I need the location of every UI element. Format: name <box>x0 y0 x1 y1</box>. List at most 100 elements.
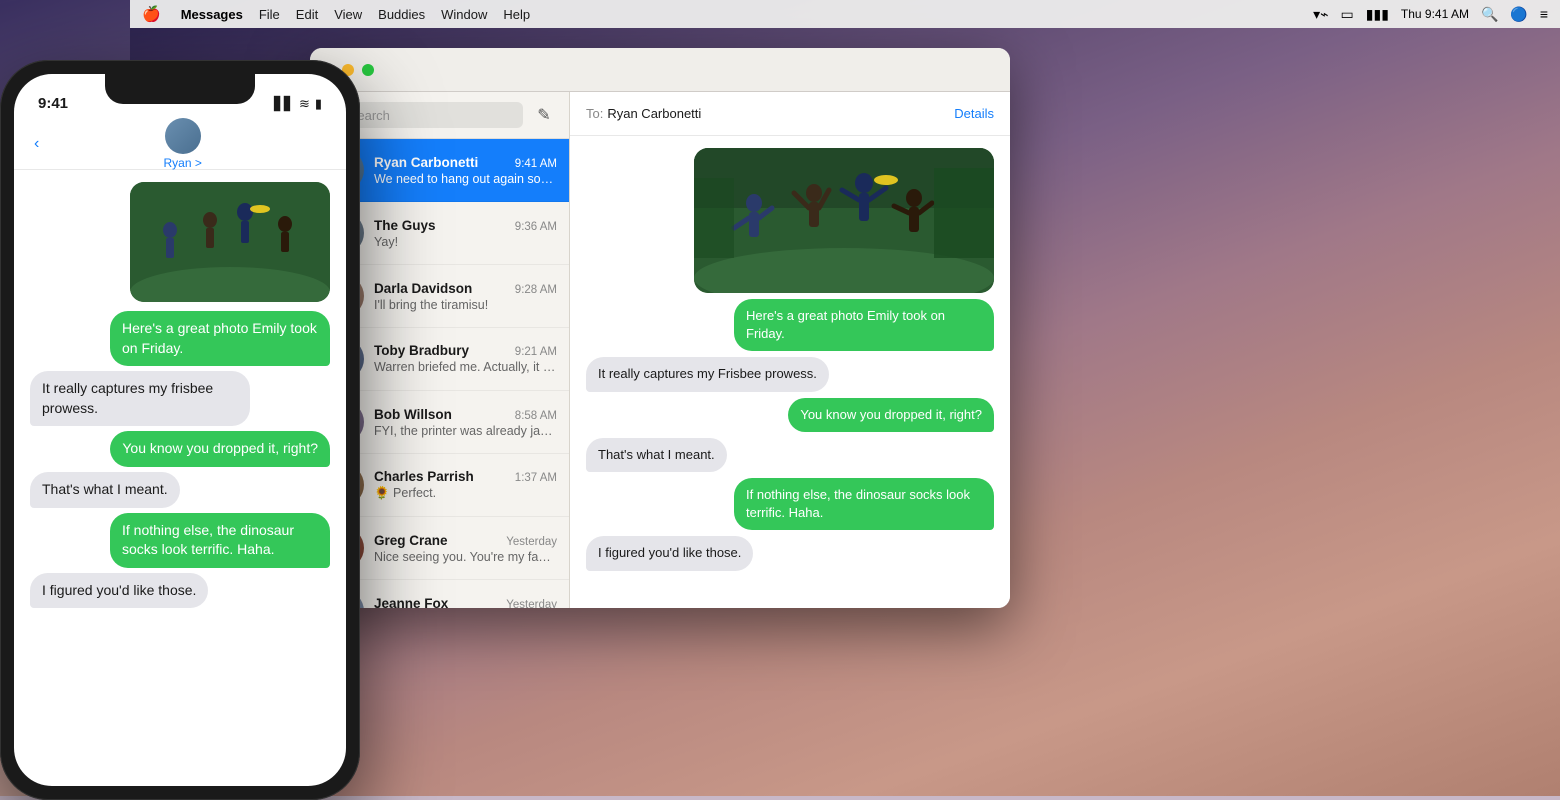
menubar: 🍎 Messages File Edit View Buddies Window… <box>130 0 1560 28</box>
conv-time-guys: 9:36 AM <box>515 221 557 233</box>
app-name-label: Messages <box>181 7 243 22</box>
iphone-bubble-2: You know you dropped it, right? <box>110 431 330 467</box>
iphone-notch <box>105 74 255 104</box>
chat-messages: Here's a great photo Emily took on Frida… <box>570 136 1010 608</box>
to-label: To: <box>586 106 603 121</box>
iphone-msg-row-3: That's what I meant. <box>30 472 330 508</box>
conv-info-charles: Charles Parrish 1:37 AM 🌻 Perfect. <box>374 469 557 501</box>
iphone-frisbee-svg <box>130 182 330 302</box>
conv-info-toby: Toby Bradbury 9:21 AM Warren briefed me.… <box>374 343 557 375</box>
conv-header-greg: Greg Crane Yesterday <box>374 533 557 548</box>
conv-time-darla: 9:28 AM <box>515 284 557 296</box>
wifi-icon: ≋ <box>299 96 310 112</box>
compose-icon: ✎ <box>537 105 550 125</box>
conv-name-toby: Toby Bradbury <box>374 343 469 358</box>
iphone-msg-row-2: You know you dropped it, right? <box>30 431 330 467</box>
menubar-right: ▾⌁ ▭ ▮▮▮ Thu 9:41 AM 🔍 🔵 ≡ <box>1313 6 1548 23</box>
conv-preview-charles: 🌻 Perfect. <box>374 486 557 501</box>
menu-view[interactable]: View <box>334 7 362 22</box>
airplay-icon: ▭ <box>1341 6 1354 23</box>
iphone-bubble-0: Here's a great photo Emily took on Frida… <box>110 311 330 366</box>
siri-icon[interactable]: 🔵 <box>1510 6 1527 23</box>
iphone-msg-row-0: Here's a great photo Emily took on Frida… <box>30 311 330 366</box>
message-bubble-3: That's what I meant. <box>586 438 727 472</box>
message-bubble-1: It really captures my Frisbee prowess. <box>586 357 829 391</box>
iphone-screen: 9:41 ▋▋ ≋ ▮ ‹ Ryan > <box>14 74 346 786</box>
clock-label: Thu 9:41 AM <box>1401 7 1469 21</box>
conv-time-jeanne: Yesterday <box>506 599 557 609</box>
iphone-contact-name: Ryan > <box>163 156 201 170</box>
search-menubar-icon[interactable]: 🔍 <box>1481 6 1498 23</box>
wifi-icon: ▾⌁ <box>1313 6 1328 23</box>
chat-panel: To: Ryan Carbonetti Details <box>570 92 1010 608</box>
iphone-msg-row-5: I figured you'd like those. <box>30 573 330 609</box>
messages-window: 🔍 Search ✎ Ryan Carbonetti 9:41 AM <box>310 48 1010 608</box>
menubar-left: 🍎 Messages File Edit View Buddies Window… <box>142 5 530 23</box>
message-bubble-0: Here's a great photo Emily took on Frida… <box>734 299 994 351</box>
details-button[interactable]: Details <box>954 106 994 121</box>
iphone-nav: ‹ Ryan > <box>14 118 346 170</box>
menu-help[interactable]: Help <box>503 7 530 22</box>
conv-time-ryan: 9:41 AM <box>515 158 557 170</box>
window-body: 🔍 Search ✎ Ryan Carbonetti 9:41 AM <box>310 92 1010 608</box>
conv-info-bob: Bob Willson 8:58 AM FYI, the printer was… <box>374 407 557 438</box>
menu-file[interactable]: File <box>259 7 280 22</box>
conv-header-darla: Darla Davidson 9:28 AM <box>374 281 557 296</box>
menu-buddies[interactable]: Buddies <box>378 7 425 22</box>
conv-info-darla: Darla Davidson 9:28 AM I'll bring the ti… <box>374 281 557 312</box>
conv-header-charles: Charles Parrish 1:37 AM <box>374 469 557 484</box>
window-titlebar <box>310 48 1010 92</box>
conv-info-jeanne: Jeanne Fox Yesterday Every meal I've had… <box>374 596 557 609</box>
conv-header-ryan: Ryan Carbonetti 9:41 AM <box>374 155 557 170</box>
iphone-time: 9:41 <box>38 95 68 112</box>
fullscreen-button[interactable] <box>362 64 374 76</box>
conv-preview-greg: Nice seeing you. You're my favorite pers… <box>374 550 557 564</box>
conv-preview-toby: Warren briefed me. Actually, it wasn't t… <box>374 360 557 375</box>
conv-name-ryan: Ryan Carbonetti <box>374 155 478 170</box>
conv-time-greg: Yesterday <box>506 536 557 548</box>
apple-logo-icon[interactable]: 🍎 <box>142 5 161 23</box>
message-bubble-4: If nothing else, the dinosaur socks look… <box>734 478 994 530</box>
iphone-bubble-5: I figured you'd like those. <box>30 573 208 609</box>
iphone-body: 9:41 ▋▋ ≋ ▮ ‹ Ryan > <box>0 60 360 800</box>
compose-button[interactable]: ✎ <box>531 102 557 128</box>
conv-header-jeanne: Jeanne Fox Yesterday <box>374 596 557 609</box>
chat-header: To: Ryan Carbonetti Details <box>570 92 1010 136</box>
conv-preview-bob: FYI, the printer was already jammed when… <box>374 424 557 438</box>
shared-photo <box>694 148 994 293</box>
iphone-status-icons: ▋▋ ≋ ▮ <box>274 96 322 112</box>
conv-name-jeanne: Jeanne Fox <box>374 596 448 609</box>
message-bubble-5: I figured you'd like those. <box>586 536 753 570</box>
iphone-bubble-1: It really captures my frisbee prowess. <box>30 371 250 426</box>
photo-container <box>586 148 994 293</box>
menu-edit[interactable]: Edit <box>296 7 318 22</box>
conv-name-darla: Darla Davidson <box>374 281 472 296</box>
msg-row-1: It really captures my Frisbee prowess. <box>586 357 994 391</box>
iphone-messages: Here's a great photo Emily took on Frida… <box>14 170 346 786</box>
iphone-bubble-3: That's what I meant. <box>30 472 180 508</box>
iphone-photo-row <box>30 182 330 306</box>
iphone-frame: 9:41 ▋▋ ≋ ▮ ‹ Ryan > <box>0 60 360 800</box>
conv-preview-guys: Yay! <box>374 235 557 249</box>
iphone-msg-row-4: If nothing else, the dinosaur socks look… <box>30 513 330 568</box>
msg-row-4: If nothing else, the dinosaur socks look… <box>586 478 994 530</box>
battery-icon: ▮▮▮ <box>1366 6 1389 23</box>
msg-row-0: Here's a great photo Emily took on Frida… <box>586 299 994 351</box>
conv-header-bob: Bob Willson 8:58 AM <box>374 407 557 422</box>
iphone-shared-photo <box>130 182 330 302</box>
msg-row-3: That's what I meant. <box>586 438 994 472</box>
message-bubble-2: You know you dropped it, right? <box>788 398 994 432</box>
battery-icon: ▮ <box>315 96 322 112</box>
conv-time-charles: 1:37 AM <box>515 472 557 484</box>
conv-time-toby: 9:21 AM <box>515 346 557 358</box>
conv-preview-ryan: We need to hang out again soon. Don't be… <box>374 172 557 186</box>
conv-name-charles: Charles Parrish <box>374 469 474 484</box>
conv-info-ryan: Ryan Carbonetti 9:41 AM We need to hang … <box>374 155 557 186</box>
menu-window[interactable]: Window <box>441 7 487 22</box>
iphone-bubble-4: If nothing else, the dinosaur socks look… <box>110 513 330 568</box>
contact-info[interactable]: Ryan > <box>39 118 326 170</box>
control-center-icon[interactable]: ≡ <box>1540 6 1548 22</box>
signal-icon: ▋▋ <box>274 96 294 112</box>
conv-info-guys: The Guys 9:36 AM Yay! <box>374 218 557 249</box>
msg-row-2: You know you dropped it, right? <box>586 398 994 432</box>
